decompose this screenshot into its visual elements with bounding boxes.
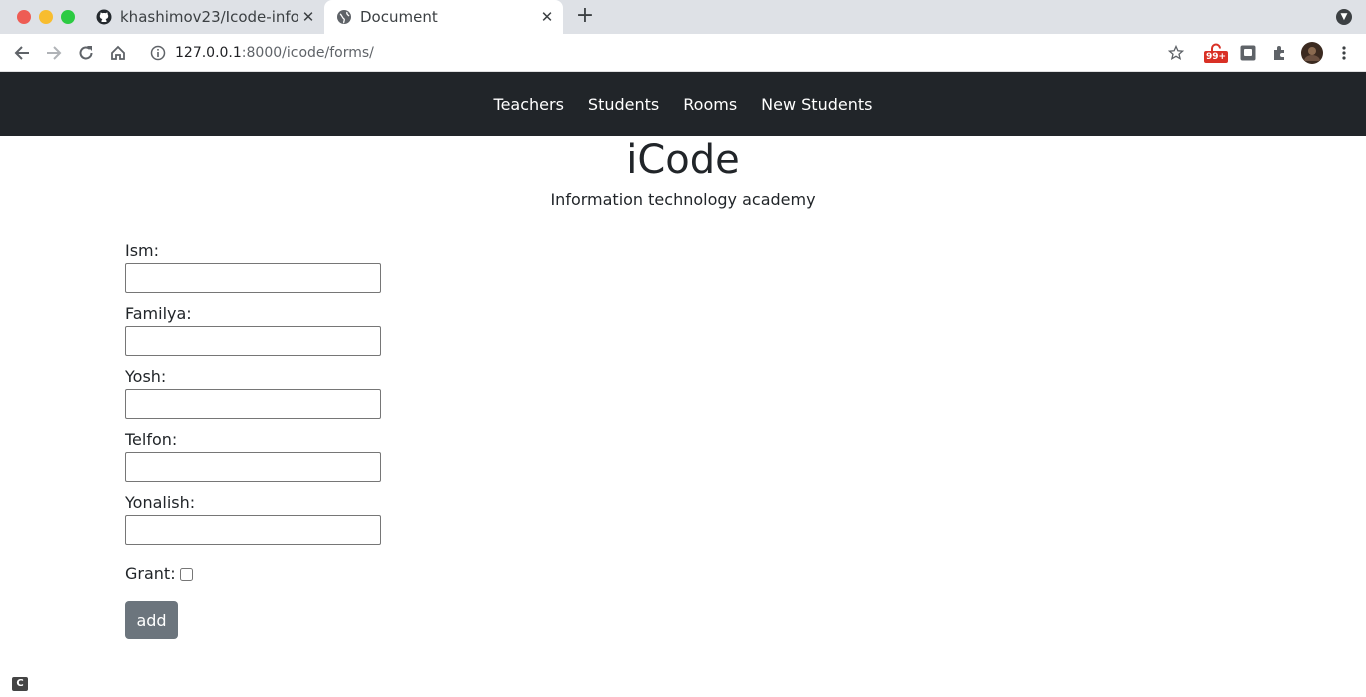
minimize-window-button[interactable] <box>39 10 53 24</box>
browser-menu-icon[interactable] <box>1332 41 1356 65</box>
grant-label: Grant: <box>125 564 176 583</box>
site-navbar: Teachers Students Rooms New Students <box>0 72 1366 136</box>
github-icon <box>96 9 112 25</box>
add-button[interactable]: add <box>125 601 178 639</box>
tab-github[interactable]: khashimov23/Icode-info ✕ <box>86 0 324 34</box>
extension-box-icon[interactable] <box>1236 41 1260 65</box>
ism-input[interactable] <box>125 263 381 293</box>
url-host: 127.0.0.1 <box>175 45 242 61</box>
close-tab-icon[interactable]: ✕ <box>537 8 557 26</box>
corner-extension-icon[interactable]: C <box>12 677 28 691</box>
field-yosh: Yosh: <box>125 366 381 419</box>
page-subtitle: Information technology academy <box>550 190 816 209</box>
yonalish-label: Yonalish: <box>125 493 196 512</box>
bookmark-star-icon[interactable] <box>1164 41 1188 65</box>
reload-icon[interactable] <box>74 41 98 65</box>
student-form: Ism: Familya: Yosh: Telfon: Yonalish: Gr… <box>125 240 381 639</box>
telfon-input[interactable] <box>125 452 381 482</box>
nav-link-new-students[interactable]: New Students <box>761 95 872 114</box>
telfon-label: Telfon: <box>125 430 178 449</box>
extension-badge: 99+ <box>1204 51 1229 63</box>
grant-checkbox[interactable] <box>179 567 193 581</box>
field-telfon: Telfon: <box>125 429 381 482</box>
familya-input[interactable] <box>125 326 381 356</box>
field-ism: Ism: <box>125 240 381 293</box>
tab-title: Document <box>360 8 438 26</box>
site-info-icon[interactable] <box>150 45 166 61</box>
home-icon[interactable] <box>106 41 130 65</box>
page-title: iCode <box>626 137 740 183</box>
tab-title: khashimov23/Icode-info <box>120 8 298 26</box>
maximize-window-button[interactable] <box>61 10 75 24</box>
yosh-input[interactable] <box>125 389 381 419</box>
tab-search-icon[interactable]: ▼ <box>1336 9 1352 25</box>
url-text: 127.0.0.1:8000/icode/forms/ <box>175 45 374 61</box>
browser-toolbar: 127.0.0.1:8000/icode/forms/ <box>0 34 1366 72</box>
field-grant: Grant: <box>125 563 381 585</box>
field-yonalish: Yonalish: <box>125 492 381 545</box>
globe-icon <box>336 9 352 25</box>
familya-label: Familya: <box>125 304 192 323</box>
browser-tab-strip: khashimov23/Icode-info ✕ Document ✕ + ▼ <box>0 0 1366 34</box>
back-icon[interactable] <box>10 41 34 65</box>
close-tab-icon[interactable]: ✕ <box>298 8 318 26</box>
tab-document[interactable]: Document ✕ <box>324 0 563 34</box>
nav-link-students[interactable]: Students <box>588 95 659 114</box>
yosh-label: Yosh: <box>125 367 167 386</box>
close-window-button[interactable] <box>17 10 31 24</box>
nav-link-rooms[interactable]: Rooms <box>683 95 737 114</box>
url-path: :8000/icode/forms/ <box>241 45 374 61</box>
page-header: iCode Information technology academy <box>0 136 1366 212</box>
field-familya: Familya: <box>125 303 381 356</box>
yonalish-input[interactable] <box>125 515 381 545</box>
new-tab-button[interactable]: + <box>574 5 596 27</box>
nav-link-teachers[interactable]: Teachers <box>494 95 564 114</box>
profile-avatar[interactable] <box>1300 41 1324 65</box>
ism-label: Ism: <box>125 241 160 260</box>
puzzle-extensions-icon[interactable] <box>1268 41 1292 65</box>
address-bar[interactable]: 127.0.0.1:8000/icode/forms/ <box>140 37 1196 69</box>
forward-icon[interactable] <box>42 41 66 65</box>
